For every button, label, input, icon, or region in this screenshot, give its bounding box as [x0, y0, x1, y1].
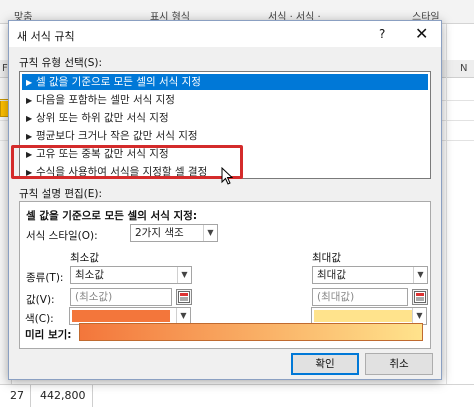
- triangle-icon: ▶: [26, 132, 33, 141]
- rule-type-label-text: 다음을 포함하는 셀만 서식 지정: [36, 94, 175, 106]
- format-style-label: 서식 스타일(O):: [26, 230, 98, 242]
- rule-type-contains[interactable]: ▶ 다음을 포함하는 셀만 서식 지정: [22, 92, 428, 108]
- chevron-down-icon: ▼: [176, 308, 190, 324]
- chevron-down-icon: ▼: [177, 267, 191, 283]
- rule-description-heading: 셀 값을 기준으로 모든 셀의 서식 지정:: [26, 210, 198, 222]
- grid-line: [446, 24, 447, 406]
- new-format-rule-dialog: 새 서식 규칙 ? ✕ 규칙 유형 선택(S): ▶ 셀 값을 기준으로 모든 셀…: [8, 20, 442, 380]
- min-value-placeholder: (최소값): [75, 291, 113, 303]
- dialog-title: 새 서식 규칙: [17, 30, 75, 43]
- cell-divider: [30, 385, 31, 407]
- rule-type-label-text: 상위 또는 하위 값만 서식 지정: [36, 112, 169, 124]
- range-picker-icon: [414, 291, 426, 303]
- rule-type-top-bottom[interactable]: ▶ 상위 또는 하위 값만 서식 지정: [22, 110, 428, 126]
- triangle-icon: ▶: [26, 78, 33, 87]
- triangle-icon: ▶: [26, 96, 33, 105]
- cell-divider: [92, 385, 93, 407]
- value-label: 값(V):: [26, 294, 55, 306]
- min-header: 최소값: [70, 252, 99, 264]
- ok-button[interactable]: 확인: [291, 353, 359, 375]
- rule-type-above-below-average[interactable]: ▶ 평균보다 크거나 작은 값만 서식 지정: [22, 128, 428, 144]
- help-button[interactable]: ?: [379, 27, 385, 41]
- close-button[interactable]: ✕: [415, 24, 428, 43]
- max-header: 최대값: [312, 252, 341, 264]
- preview-gradient-bar: [79, 323, 423, 341]
- rule-type-label-text: 평균보다 크거나 작은 값만 서식 지정: [36, 130, 198, 142]
- chevron-down-icon: ▼: [413, 267, 427, 283]
- min-type-value: 최소값: [75, 269, 104, 281]
- chevron-down-icon: ▼: [412, 308, 426, 324]
- preview-label: 미리 보기:: [25, 329, 72, 341]
- cell-value[interactable]: 442,800: [40, 389, 86, 402]
- cancel-button[interactable]: 취소: [365, 353, 433, 375]
- max-value-input[interactable]: (최대값): [312, 288, 408, 306]
- min-range-picker-button[interactable]: [176, 289, 192, 305]
- triangle-icon: ▶: [26, 114, 33, 123]
- max-type-value: 최대값: [317, 269, 346, 281]
- format-style-select[interactable]: 2가지 색조 ▼: [130, 224, 218, 242]
- mouse-cursor-icon: [221, 167, 233, 185]
- type-label: 종류(T):: [26, 272, 64, 284]
- highlight-annotation-box: [11, 145, 243, 179]
- min-color-swatch: [72, 310, 170, 322]
- edit-rule-label: 규칙 설명 편집(E):: [19, 188, 102, 200]
- max-type-select[interactable]: 최대값 ▼: [312, 266, 428, 284]
- chevron-down-icon: ▼: [203, 225, 217, 241]
- rule-type-cell-value[interactable]: ▶ 셀 값을 기준으로 모든 셀의 서식 지정: [22, 74, 428, 90]
- column-label-n: N: [460, 63, 468, 74]
- column-label-f: F: [2, 63, 8, 74]
- max-range-picker-button[interactable]: [412, 289, 428, 305]
- dialog-titlebar: 새 서식 규칙 ? ✕: [9, 21, 441, 47]
- format-style-value: 2가지 색조: [135, 227, 184, 239]
- min-value-input[interactable]: (최소값): [70, 288, 172, 306]
- rule-type-label-text: 셀 값을 기준으로 모든 셀의 서식 지정: [36, 76, 201, 88]
- color-label: 색(C):: [25, 313, 54, 325]
- range-picker-icon: [178, 291, 190, 303]
- rule-type-label: 규칙 유형 선택(S):: [19, 57, 103, 69]
- max-value-placeholder: (최대값): [317, 291, 355, 303]
- row-number: 27: [10, 389, 24, 402]
- min-type-select[interactable]: 최소값 ▼: [70, 266, 192, 284]
- max-color-swatch: [314, 310, 412, 322]
- sheet-row: 27 442,800: [0, 384, 474, 407]
